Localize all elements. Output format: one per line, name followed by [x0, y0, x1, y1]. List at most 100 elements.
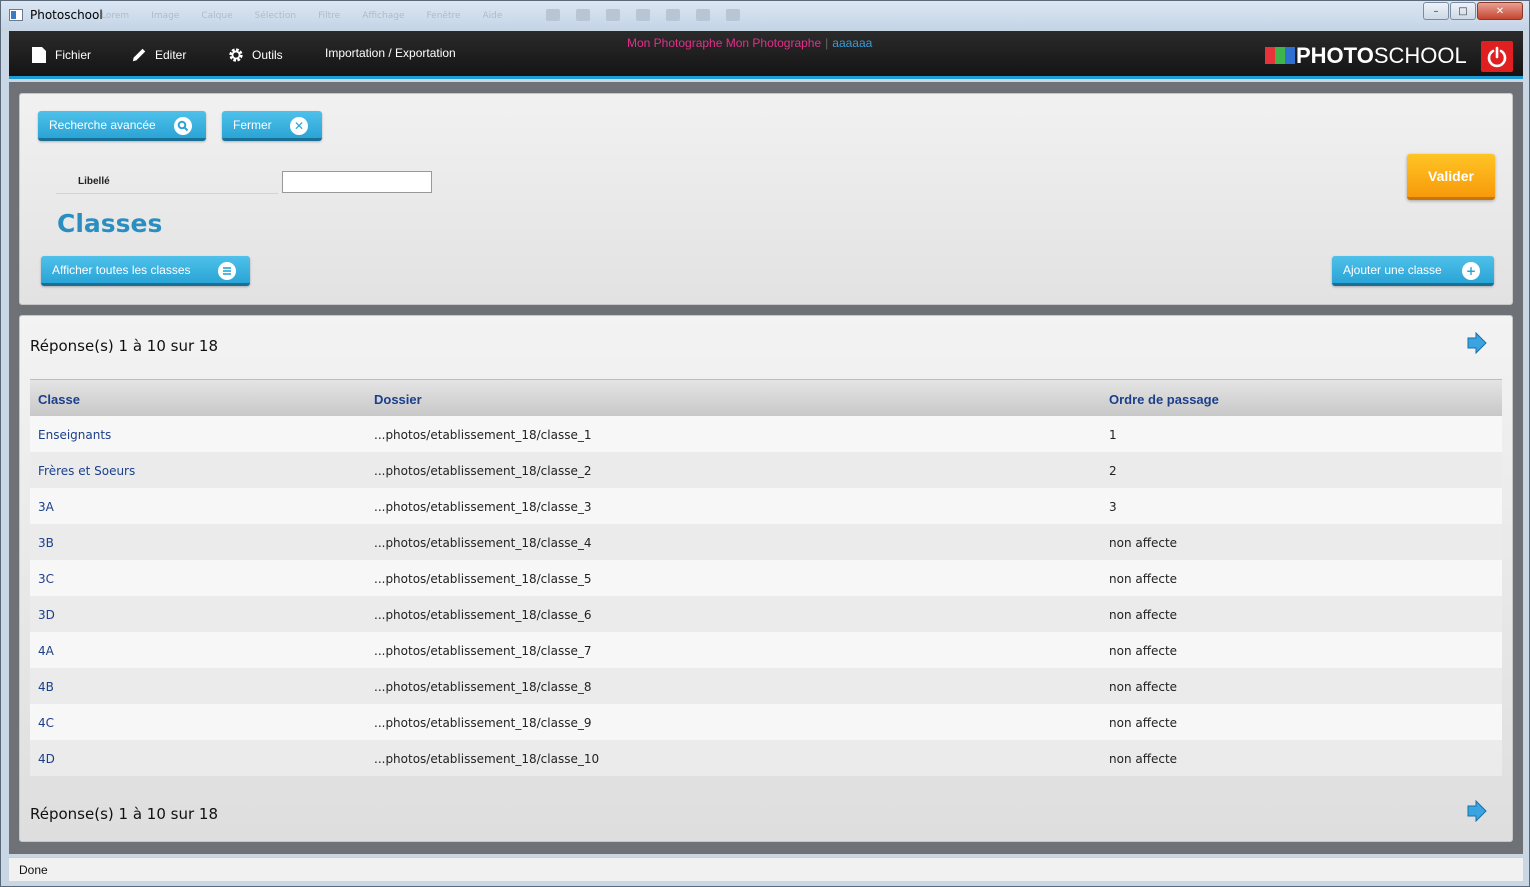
cell-classe[interactable]: 4A: [38, 644, 54, 658]
cell-classe[interactable]: Frères et Soeurs: [38, 464, 135, 478]
ghost-menu-item: Sélection: [254, 11, 297, 21]
menu-editer[interactable]: Editer: [131, 46, 186, 64]
cell-classe[interactable]: 4C: [38, 716, 54, 730]
ghost-menu-item: Calque: [201, 11, 233, 21]
status-text: Done: [19, 863, 48, 877]
brand-text: PHOTOSCHOOL: [1296, 43, 1467, 68]
minimize-button[interactable]: –: [1423, 2, 1449, 20]
menu-outils-label: Outils: [252, 48, 283, 62]
cell-ordre: 3: [1109, 500, 1117, 514]
menu-outils[interactable]: Outils: [228, 46, 283, 64]
list-icon: [218, 262, 236, 280]
cell-ordre: non affecte: [1109, 608, 1178, 622]
column-header-classe[interactable]: Classe: [38, 392, 80, 407]
cell-dossier: ...photos/etablissement_18/classe_5: [374, 572, 592, 586]
pencil-icon: [132, 48, 146, 62]
cell-dossier: ...photos/etablissement_18/classe_7: [374, 644, 592, 658]
cell-ordre: 1: [1109, 428, 1117, 442]
menu-fichier-label: Fichier: [55, 48, 92, 62]
ghost-tool-icon: [606, 9, 620, 21]
cell-classe[interactable]: 3B: [38, 536, 54, 550]
advanced-search-label: Recherche avancée: [49, 117, 156, 132]
search-icon: [174, 117, 192, 135]
menu-import-export[interactable]: Importation / Exportation: [325, 46, 456, 60]
brand-squares-icon: [1265, 46, 1295, 66]
table-row[interactable]: 4A ...photos/etablissement_18/classe_7 n…: [30, 632, 1502, 668]
ghost-menu-item: Fenêtre: [426, 11, 461, 21]
table-row[interactable]: 3A ...photos/etablissement_18/classe_3 3: [30, 488, 1502, 524]
cell-ordre: non affecte: [1109, 536, 1178, 550]
table-row[interactable]: 4B ...photos/etablissement_18/classe_8 n…: [30, 668, 1502, 704]
user-info: Mon Photographe Mon Photographe | aaaaaa: [627, 36, 872, 50]
cell-ordre: non affecte: [1109, 680, 1178, 694]
ghost-tool-icon: [666, 9, 680, 21]
window-controls: – □ ✕: [1423, 2, 1523, 20]
window-titlebar: Photoschool Lorem Image Calque Sélection…: [1, 1, 1529, 30]
ghost-toolbar: [546, 9, 740, 21]
libelle-input[interactable]: [282, 171, 432, 193]
user-name: Mon Photographe Mon Photographe: [627, 36, 822, 50]
cell-dossier: ...photos/etablissement_18/classe_4: [374, 536, 592, 550]
app-window: Photoschool Lorem Image Calque Sélection…: [0, 0, 1530, 887]
cell-dossier: ...photos/etablissement_18/classe_9: [374, 716, 592, 730]
close-window-button[interactable]: ✕: [1477, 2, 1523, 20]
classes-table: Classe Dossier Ordre de passage Enseigna…: [30, 379, 1502, 776]
power-button[interactable]: [1481, 41, 1513, 72]
show-all-classes-button[interactable]: Afficher toutes les classes: [41, 256, 250, 286]
cell-ordre: 2: [1109, 464, 1117, 478]
menu-editer-label: Editer: [155, 48, 187, 62]
cell-dossier: ...photos/etablissement_18/classe_2: [374, 464, 592, 478]
cell-classe[interactable]: 4B: [38, 680, 54, 694]
validate-button[interactable]: Valider: [1407, 154, 1495, 200]
table-row[interactable]: Frères et Soeurs ...photos/etablissement…: [30, 452, 1502, 488]
menu-fichier[interactable]: Fichier: [31, 46, 91, 64]
cell-ordre: non affecte: [1109, 752, 1178, 766]
table-row[interactable]: 3D ...photos/etablissement_18/classe_6 n…: [30, 596, 1502, 632]
table-row[interactable]: 4D ...photos/etablissement_18/classe_10 …: [30, 740, 1502, 776]
cell-classe[interactable]: Enseignants: [38, 428, 111, 442]
cell-dossier: ...photos/etablissement_18/classe_10: [374, 752, 600, 766]
cell-dossier: ...photos/etablissement_18/classe_6: [374, 608, 592, 622]
close-icon: ✕: [290, 117, 308, 135]
cell-ordre: non affecte: [1109, 572, 1178, 586]
add-class-label: Ajouter une classe: [1343, 262, 1442, 277]
user-login: aaaaaa: [832, 36, 873, 50]
show-all-classes-label: Afficher toutes les classes: [52, 262, 191, 277]
cell-dossier: ...photos/etablissement_18/classe_8: [374, 680, 592, 694]
window-title: Photoschool: [30, 8, 103, 22]
ghost-menu-item: Aide: [482, 11, 503, 21]
column-header-ordre[interactable]: Ordre de passage: [1109, 392, 1219, 407]
cell-dossier: ...photos/etablissement_18/classe_3: [374, 500, 592, 514]
advanced-search-button[interactable]: Recherche avancée: [38, 111, 206, 141]
ghost-menu-item: Filtre: [318, 11, 341, 21]
plus-icon: +: [1462, 262, 1480, 280]
column-header-dossier[interactable]: Dossier: [374, 392, 422, 407]
ghost-tool-icon: [636, 9, 650, 21]
user-separator: |: [825, 36, 829, 50]
table-row[interactable]: 3B ...photos/etablissement_18/classe_4 n…: [30, 524, 1502, 560]
add-class-button[interactable]: Ajouter une classe +: [1332, 256, 1494, 286]
cell-classe[interactable]: 4D: [38, 752, 55, 766]
cell-classe[interactable]: 3C: [38, 572, 54, 586]
results-count-bottom: Réponse(s) 1 à 10 sur 18: [30, 805, 218, 823]
next-page-arrow-icon[interactable]: [1467, 800, 1487, 822]
ghost-tool-icon: [546, 9, 560, 21]
menu-import-export-label: Importation / Exportation: [325, 46, 456, 60]
table-header: Classe Dossier Ordre de passage: [30, 379, 1502, 416]
maximize-button[interactable]: □: [1450, 2, 1476, 20]
ghost-tool-icon: [696, 9, 710, 21]
close-search-button[interactable]: Fermer ✕: [222, 111, 322, 141]
gear-icon: [229, 48, 243, 62]
cell-classe[interactable]: 3A: [38, 500, 54, 514]
table-row[interactable]: 4C ...photos/etablissement_18/classe_9 n…: [30, 704, 1502, 740]
cell-ordre: non affecte: [1109, 716, 1178, 730]
ghost-tool-icon: [576, 9, 590, 21]
ghost-menu-item: Image: [151, 11, 180, 21]
table-row[interactable]: Enseignants ...photos/etablissement_18/c…: [30, 416, 1502, 452]
cell-classe[interactable]: 3D: [38, 608, 55, 622]
next-page-arrow-icon[interactable]: [1467, 332, 1487, 354]
ghost-tool-icon: [726, 9, 740, 21]
libelle-label: Libellé: [78, 176, 110, 187]
table-row[interactable]: 3C ...photos/etablissement_18/classe_5 n…: [30, 560, 1502, 596]
ghost-menu: Lorem Image Calque Sélection Filtre Affi…: [101, 11, 502, 21]
